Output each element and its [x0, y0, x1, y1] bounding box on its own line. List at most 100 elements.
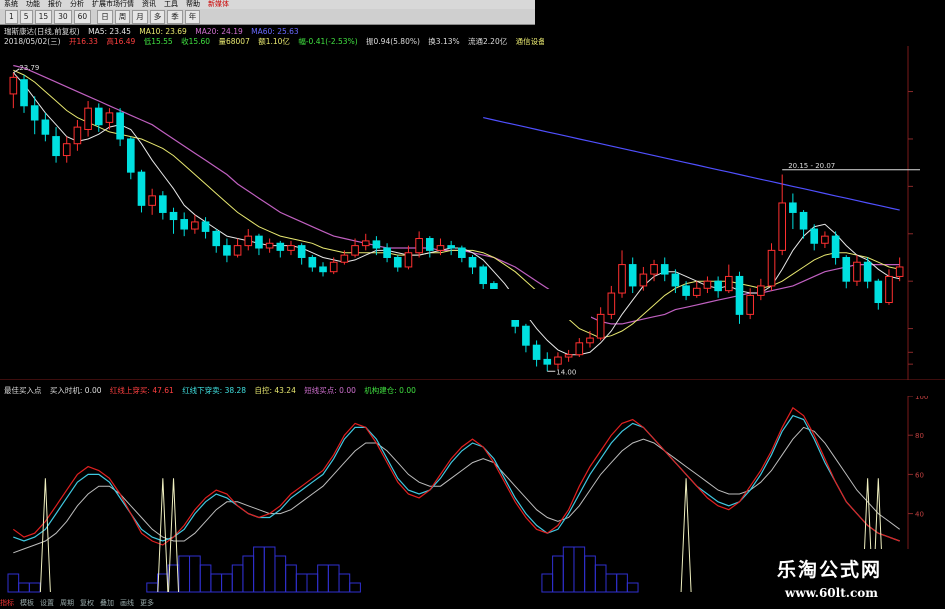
menu-item[interactable]: 帮助 [182, 0, 204, 9]
menu-item[interactable]: 扩展市场行情 [88, 0, 138, 9]
candle-body [223, 245, 231, 256]
stock-name: 瑞斯康达(日线,前复权) [4, 27, 80, 36]
candle-body [703, 280, 712, 289]
bottom-tab[interactable]: 指标 [0, 599, 14, 607]
indicator-bar [295, 573, 308, 593]
candle-body [212, 230, 221, 247]
candle-body [724, 275, 733, 292]
period-button[interactable]: 1 [5, 10, 18, 24]
candle-body [799, 211, 808, 230]
bottom-tab-bar: 指标 模板 设置 周期 复权 叠加 画线 更多 [0, 597, 220, 609]
indicator-bar [7, 573, 20, 593]
quote-date: 2018/05/02(三) [4, 37, 61, 46]
candle-body [842, 256, 851, 282]
candle-body [714, 280, 722, 292]
candle-body [746, 294, 754, 315]
indicator-axis-label: 40 [915, 511, 924, 519]
bottom-tab[interactable]: 叠加 [100, 599, 114, 607]
bottom-tab[interactable]: 画线 [120, 599, 134, 607]
candle-body [94, 107, 103, 126]
candle-body [233, 245, 242, 256]
candle-body [458, 247, 466, 258]
indicator-bar [28, 582, 41, 593]
candle-body [329, 261, 338, 273]
menu-item[interactable]: 新媒体 [204, 0, 233, 9]
candle-body [425, 238, 434, 251]
candle-body [767, 249, 776, 287]
indicator-bar [626, 582, 639, 593]
period-button[interactable]: 60 [73, 10, 92, 24]
candle-body [351, 245, 359, 256]
candle-body [84, 107, 92, 130]
period-button[interactable]: 15 [34, 10, 53, 24]
candle-body [564, 354, 573, 358]
candle-body [650, 264, 658, 275]
indicator-bar [221, 573, 233, 593]
bottom-tab[interactable]: 模板 [20, 599, 34, 607]
menu-item[interactable]: 工具 [160, 0, 182, 9]
candle-body [778, 202, 787, 251]
indicator-axis-label: 60 [915, 471, 924, 479]
period-button[interactable]: 30 [54, 10, 72, 24]
indicator-bar [178, 555, 191, 593]
candle-body [586, 337, 594, 344]
quote-open: 开16.33 [68, 37, 98, 46]
period-button[interactable]: 日 [97, 10, 113, 24]
period-button[interactable]: 5 [19, 10, 33, 24]
stock-header: 瑞斯康达(日线,前复权) MA5: 23.45 MA10: 23.69 MA20… [4, 27, 544, 36]
indicator-bar [616, 573, 628, 593]
period-button[interactable]: 多 [149, 10, 166, 24]
candle-body [436, 245, 445, 251]
price-chart[interactable]: 23.79 14.00 20.15 - 20.07 [0, 46, 945, 380]
quote-amount: 额1.10亿 [258, 37, 290, 46]
period-button[interactable]: 季 [167, 10, 183, 24]
indicator-bar [327, 564, 340, 593]
candle-body [73, 126, 82, 145]
bottom-tab[interactable]: 周期 [60, 599, 74, 607]
candle-body [276, 242, 285, 251]
menu-item[interactable]: 报价 [44, 0, 66, 9]
candle-body [297, 245, 306, 258]
indicator-bar [594, 564, 607, 593]
watermark-url: www.60lt.com [785, 586, 878, 600]
quote-change: 幅-0.41(-2.53%) [298, 37, 358, 46]
occluded-region [353, 289, 591, 320]
signal-spike [680, 478, 692, 593]
menu-item[interactable]: 系统 [0, 0, 22, 9]
candle-body [821, 235, 829, 244]
candle-body [340, 254, 349, 263]
candle-body [607, 292, 616, 315]
high-price-label: 23.79 [19, 64, 39, 72]
candle-body [671, 273, 680, 287]
menu-item[interactable]: 资讯 [138, 0, 160, 9]
period-button[interactable]: 周 [114, 10, 131, 24]
indicator-bar [285, 564, 297, 593]
indicator-bar [263, 546, 276, 593]
bottom-tab[interactable]: 设置 [40, 599, 54, 607]
candle-body [682, 285, 690, 296]
low-price-label: 14.00 [556, 368, 576, 376]
bottom-tab[interactable]: 更多 [140, 599, 154, 607]
indicator-axis-label: 100 [915, 396, 928, 401]
period-button[interactable]: 月 [132, 10, 148, 24]
indicator-bar [18, 582, 30, 593]
ma5-value: MA5: 23.45 [88, 27, 131, 36]
quote-low: 低15.55 [143, 37, 173, 46]
bottom-tab[interactable]: 复权 [80, 599, 94, 607]
indicator-name: 最佳买入点 [4, 386, 42, 395]
menu-item[interactable]: 分析 [66, 0, 88, 9]
indicator-buy-time: 买入时机: 0.00 [49, 386, 102, 395]
menu-item[interactable]: 功能 [22, 0, 44, 9]
ma10-value: MA10: 23.69 [139, 27, 187, 36]
candle-body [372, 240, 381, 249]
candle-body [810, 228, 819, 244]
candle-body [554, 356, 562, 365]
period-button[interactable]: 年 [184, 10, 201, 24]
indicator-bar [317, 564, 329, 593]
candle-body [383, 247, 391, 258]
candle-body [244, 235, 253, 247]
indicator-bar [605, 573, 618, 593]
candle-body [41, 119, 50, 135]
candle-body [863, 261, 872, 282]
candle-body [20, 79, 28, 107]
